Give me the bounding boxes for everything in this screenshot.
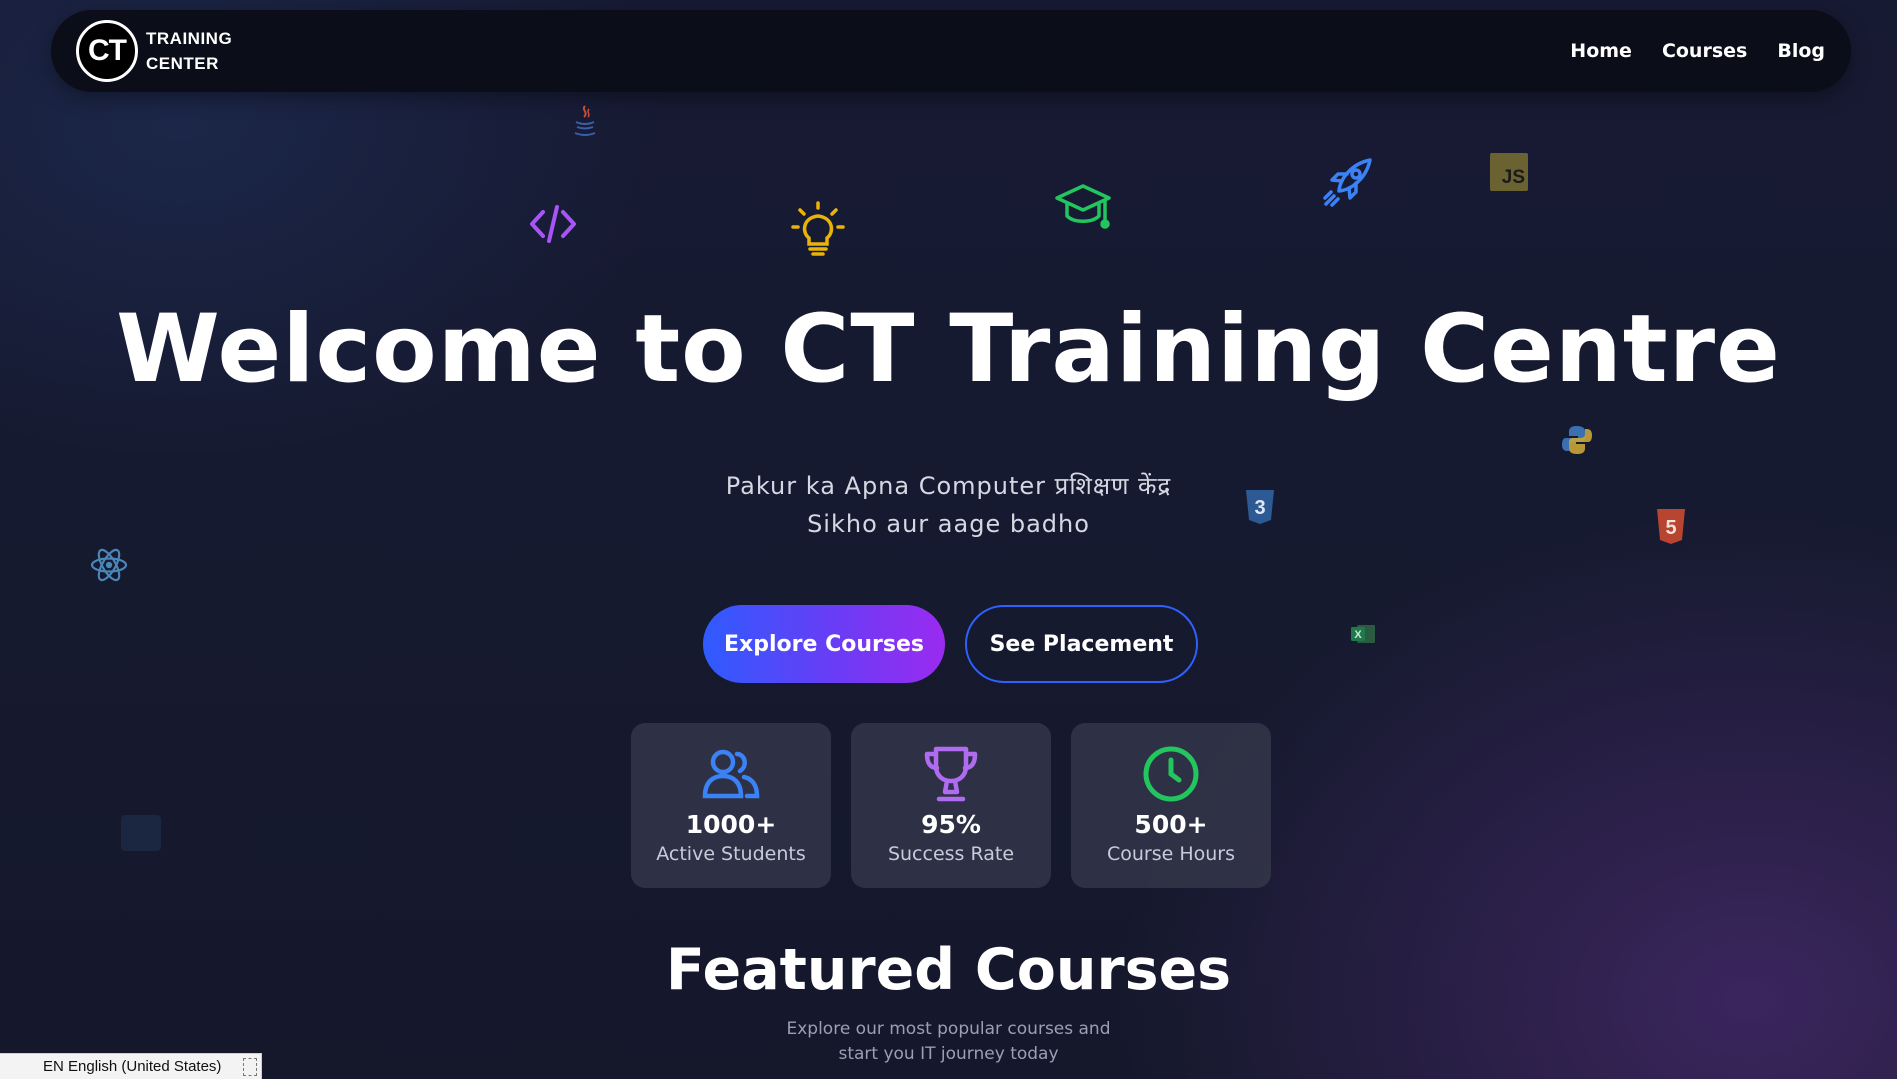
nav-link-home[interactable]: Home <box>1570 40 1632 62</box>
code-icon <box>527 200 579 248</box>
stat-card-students: 1000+ Active Students <box>631 723 831 888</box>
graduation-cap-icon <box>1054 182 1112 234</box>
hero-subtitle-line-2: Sikho aur aage badho <box>807 510 1090 538</box>
dark-square-icon <box>121 815 161 851</box>
stat-label-success: Success Rate <box>887 843 1015 865</box>
stat-card-success: 95% Success Rate <box>851 723 1051 888</box>
navbar: CT TRAINING CENTER Home Courses Blog <box>51 10 1851 92</box>
nav-link-blog[interactable]: Blog <box>1777 40 1825 62</box>
language-label: EN English (United States) <box>43 1058 222 1075</box>
hero-subtitle: Pakur ka Apna Computer प्रशिक्षण केंद्र … <box>0 467 1897 543</box>
brand-logo[interactable]: CT TRAINING CENTER <box>76 20 232 82</box>
stat-value-students: 1000+ <box>685 810 777 839</box>
react-icon <box>89 546 129 584</box>
language-options-icon[interactable] <box>243 1058 257 1076</box>
excel-icon-text: X <box>1354 629 1362 641</box>
javascript-icon: JS <box>1490 153 1528 191</box>
nav-links: Home Courses Blog <box>1570 40 1825 62</box>
trophy-icon <box>924 746 978 802</box>
explore-courses-button[interactable]: Explore Courses <box>703 605 945 683</box>
featured-subtitle-line-2: start you IT journey today <box>838 1044 1059 1064</box>
see-placement-button[interactable]: See Placement <box>965 605 1198 683</box>
brand-line-2: CENTER <box>146 54 219 73</box>
hero-title: Welcome to CT Training Centre <box>116 295 1781 404</box>
logo-badge: CT <box>76 20 138 82</box>
stat-value-hours: 500+ <box>1134 810 1208 839</box>
brand-line-1: TRAINING <box>146 29 233 48</box>
java-icon <box>568 102 602 142</box>
featured-subtitle-line-1: Explore our most popular courses and <box>786 1019 1111 1039</box>
hero-subtitle-line-1: Pakur ka Apna Computer प्रशिक्षण केंद्र <box>725 472 1172 500</box>
excel-icon: X <box>1349 622 1377 646</box>
javascript-icon-text: JS <box>1501 167 1525 188</box>
clock-icon <box>1143 746 1199 802</box>
stat-label-hours: Course Hours <box>1106 843 1236 865</box>
featured-courses-subtitle: Explore our most popular courses and sta… <box>0 1017 1897 1067</box>
stat-label-students: Active Students <box>656 843 806 865</box>
stat-card-hours: 500+ Course Hours <box>1071 723 1271 888</box>
nav-link-courses[interactable]: Courses <box>1662 40 1747 62</box>
stat-value-success: 95% <box>921 810 981 839</box>
featured-courses-title: Featured Courses <box>665 937 1232 1003</box>
python-icon <box>1560 423 1594 457</box>
brand-name: TRAINING CENTER <box>146 26 232 76</box>
users-icon <box>702 749 760 799</box>
lightbulb-icon <box>790 200 846 258</box>
rocket-icon <box>1318 154 1376 212</box>
language-indicator[interactable]: EN English (United States) <box>0 1053 262 1079</box>
